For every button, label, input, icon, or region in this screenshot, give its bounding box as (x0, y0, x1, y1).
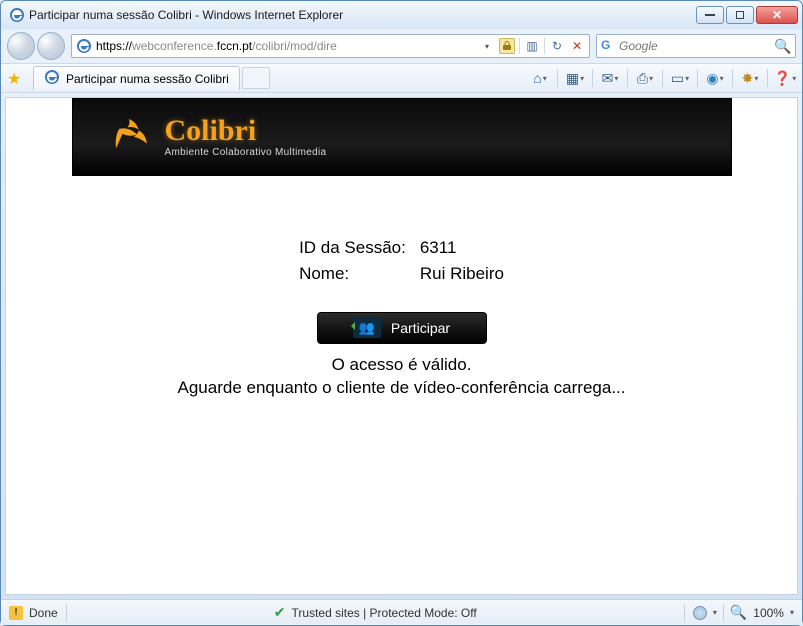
minimize-button[interactable] (696, 6, 724, 24)
page-icon (76, 38, 92, 54)
colibri-logo-icon (103, 111, 155, 163)
ie-app-icon (9, 7, 25, 23)
back-button[interactable] (7, 32, 35, 60)
tools-menu-button[interactable]: ✸▾ (739, 67, 761, 89)
address-bar[interactable]: https://webconference.fccn.pt/colibri/mo… (71, 34, 590, 58)
status-security-text: Trusted sites | Protected Mode: Off (292, 606, 477, 620)
brand-name: Colibri (165, 116, 327, 146)
status-message-line1: O acesso é válido. (72, 354, 732, 377)
zoom-value: 100% (753, 606, 784, 620)
feeds-button[interactable]: ▦▾ (564, 67, 586, 89)
close-button[interactable]: ✕ (756, 6, 798, 24)
favorites-button[interactable]: ★ (7, 69, 25, 87)
help-menu-button[interactable]: ❓▾ (774, 67, 796, 89)
zone-dropdown-icon[interactable]: ▾ (713, 608, 717, 617)
window-buttons: ✕ (696, 6, 798, 24)
page-menu-button[interactable]: ▭▾ (669, 67, 691, 89)
session-info: ID da Sessão: 6311 Nome: Rui Ribeiro (72, 234, 732, 288)
svg-text:G: G (601, 38, 610, 52)
tab-active[interactable]: Participar numa sessão Colibri (33, 66, 240, 90)
zoom-dropdown-icon[interactable]: ▾ (790, 608, 794, 617)
participate-button[interactable]: 👥 Participar (317, 312, 487, 344)
security-warning-icon[interactable] (9, 606, 23, 620)
stop-button[interactable]: ✕ (569, 38, 585, 54)
home-button[interactable]: ⌂▾ (529, 67, 551, 89)
brand-banner: Colibri Ambiente Colaborativo Multimedia (72, 98, 732, 176)
maximize-button[interactable] (726, 6, 754, 24)
search-icon[interactable]: 🔍 (775, 38, 791, 54)
new-tab-button[interactable] (242, 67, 270, 89)
session-name-label: Nome: (293, 262, 412, 286)
status-done: Done (29, 606, 58, 620)
zoom-icon[interactable]: 🔍 (730, 604, 747, 621)
participate-icon: 👥 (353, 318, 381, 338)
ie-window: Participar numa sessão Colibri - Windows… (0, 0, 803, 626)
compat-view-icon[interactable]: ▥ (524, 38, 540, 54)
tab-favicon (44, 69, 60, 88)
search-box[interactable]: G Google 🔍 (596, 34, 796, 58)
search-placeholder: Google (619, 39, 771, 53)
window-title: Participar numa sessão Colibri - Windows… (29, 8, 696, 22)
safety-menu-button[interactable]: ◉▾ (704, 67, 726, 89)
titlebar: Participar numa sessão Colibri - Windows… (1, 1, 802, 29)
trusted-check-icon: ✔ (274, 604, 286, 621)
read-mail-button[interactable]: ✉▾ (599, 67, 621, 89)
tab-title: Participar numa sessão Colibri (66, 72, 229, 86)
address-dropdown-icon[interactable]: ▾ (479, 38, 495, 54)
search-provider-icon: G (601, 38, 615, 55)
brand-subtitle: Ambiente Colaborativo Multimedia (165, 148, 327, 158)
refresh-button[interactable]: ↻ (549, 38, 565, 54)
print-button[interactable]: ⎙▾ (634, 67, 656, 89)
status-message: O acesso é válido. Aguarde enquanto o cl… (72, 354, 732, 400)
session-name-value: Rui Ribeiro (414, 262, 510, 286)
participate-label: Participar (391, 320, 450, 336)
page: Colibri Ambiente Colaborativo Multimedia… (72, 98, 732, 400)
forward-button[interactable] (37, 32, 65, 60)
zone-icon[interactable] (693, 606, 707, 620)
command-bar: ★ Participar numa sessão Colibri ⌂▾ ▦▾ ✉… (1, 63, 802, 93)
nav-row: https://webconference.fccn.pt/colibri/mo… (1, 29, 802, 63)
session-id-value: 6311 (414, 236, 510, 260)
viewport: Colibri Ambiente Colaborativo Multimedia… (5, 97, 798, 595)
status-message-line2: Aguarde enquanto o cliente de vídeo-conf… (72, 377, 732, 400)
session-id-label: ID da Sessão: (293, 236, 412, 260)
address-url: https://webconference.fccn.pt/colibri/mo… (96, 39, 475, 53)
status-bar: Done ✔ Trusted sites | Protected Mode: O… (1, 599, 802, 625)
lock-icon[interactable] (499, 38, 515, 54)
